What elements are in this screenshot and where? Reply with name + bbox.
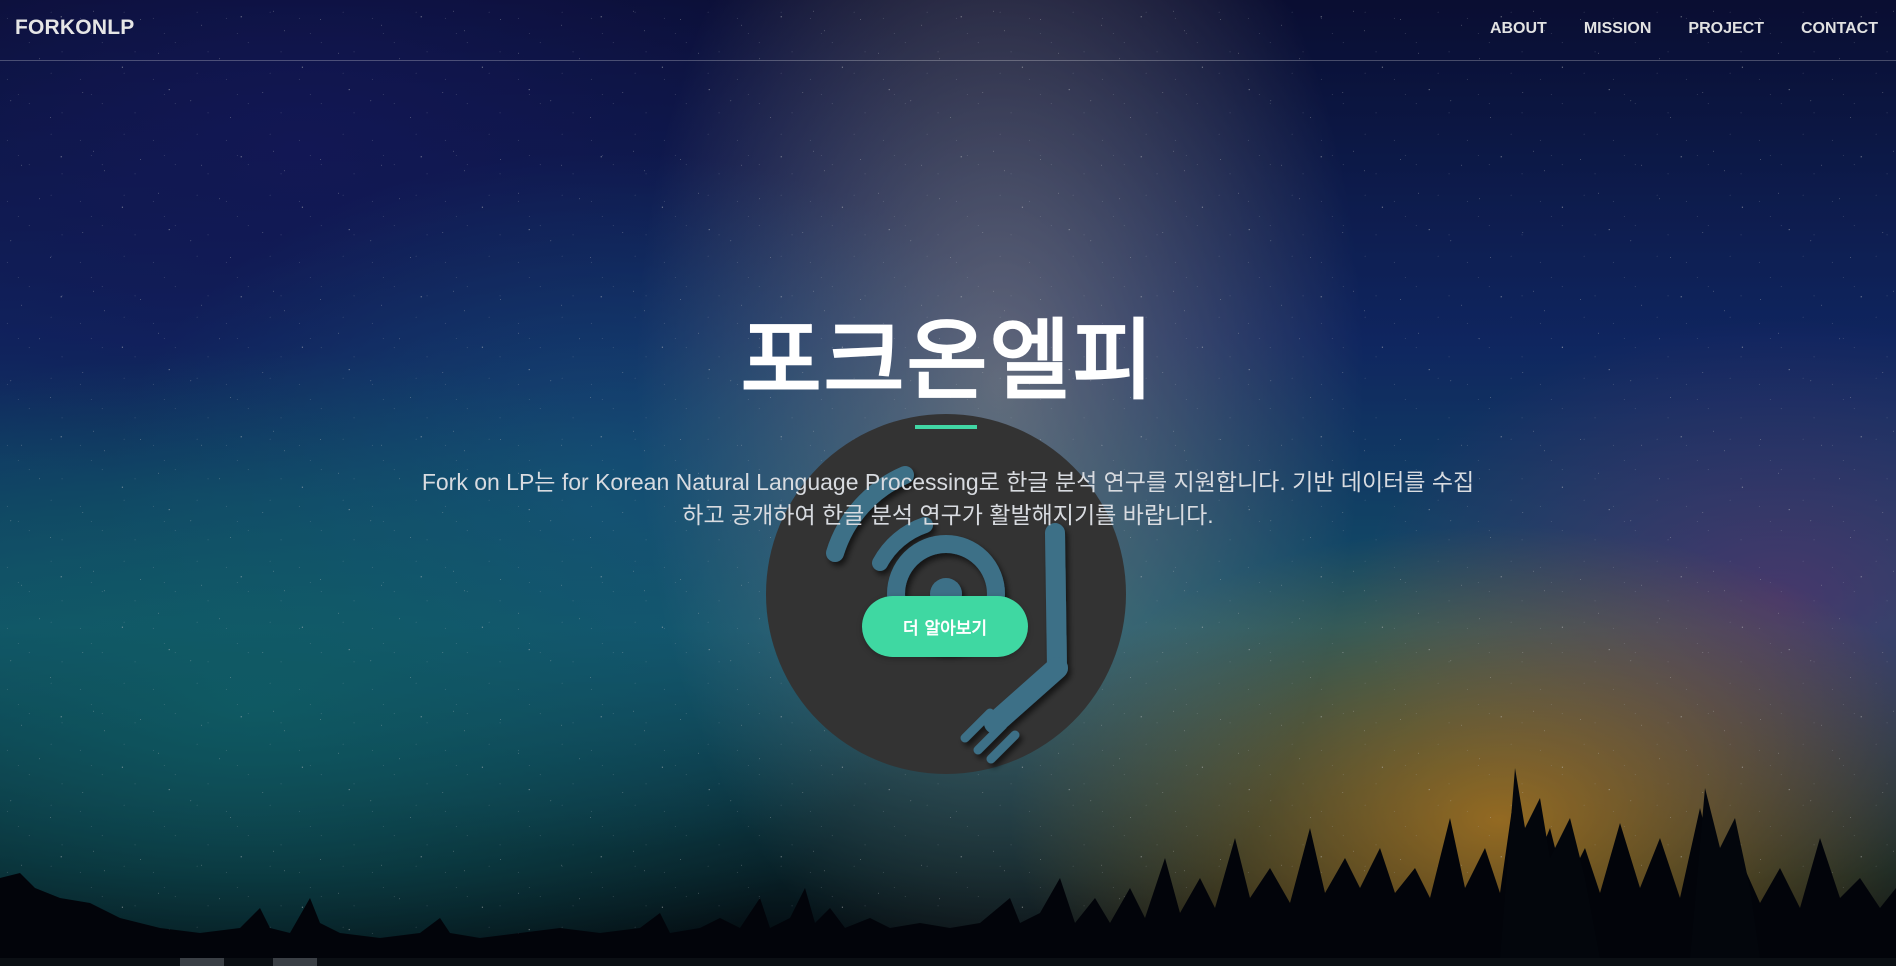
hero-description: Fork on LP는 for Korean Natural Language … xyxy=(421,469,1475,528)
bottom-edge-bar xyxy=(0,958,1896,966)
nav-item-about[interactable]: ABOUT xyxy=(1490,20,1547,38)
brand-logo-link[interactable]: FORKONLP xyxy=(15,16,134,40)
page: FORKONLP ABOUT MISSION PROJECT CONTACT 포… xyxy=(0,0,1896,966)
title-divider xyxy=(915,425,977,429)
nav-menu: ABOUT MISSION PROJECT CONTACT xyxy=(1453,20,1878,38)
learn-more-button[interactable]: 더 알아보기 xyxy=(862,596,1028,657)
nav-item-contact[interactable]: CONTACT xyxy=(1801,20,1878,38)
navbar: FORKONLP ABOUT MISSION PROJECT CONTACT xyxy=(0,0,1896,61)
hero-title: 포크온엘피 xyxy=(740,309,1156,412)
bottom-tab xyxy=(273,958,317,966)
nav-item-mission[interactable]: MISSION xyxy=(1584,20,1652,38)
bottom-tab xyxy=(180,958,224,966)
nav-item-project[interactable]: PROJECT xyxy=(1688,20,1764,38)
